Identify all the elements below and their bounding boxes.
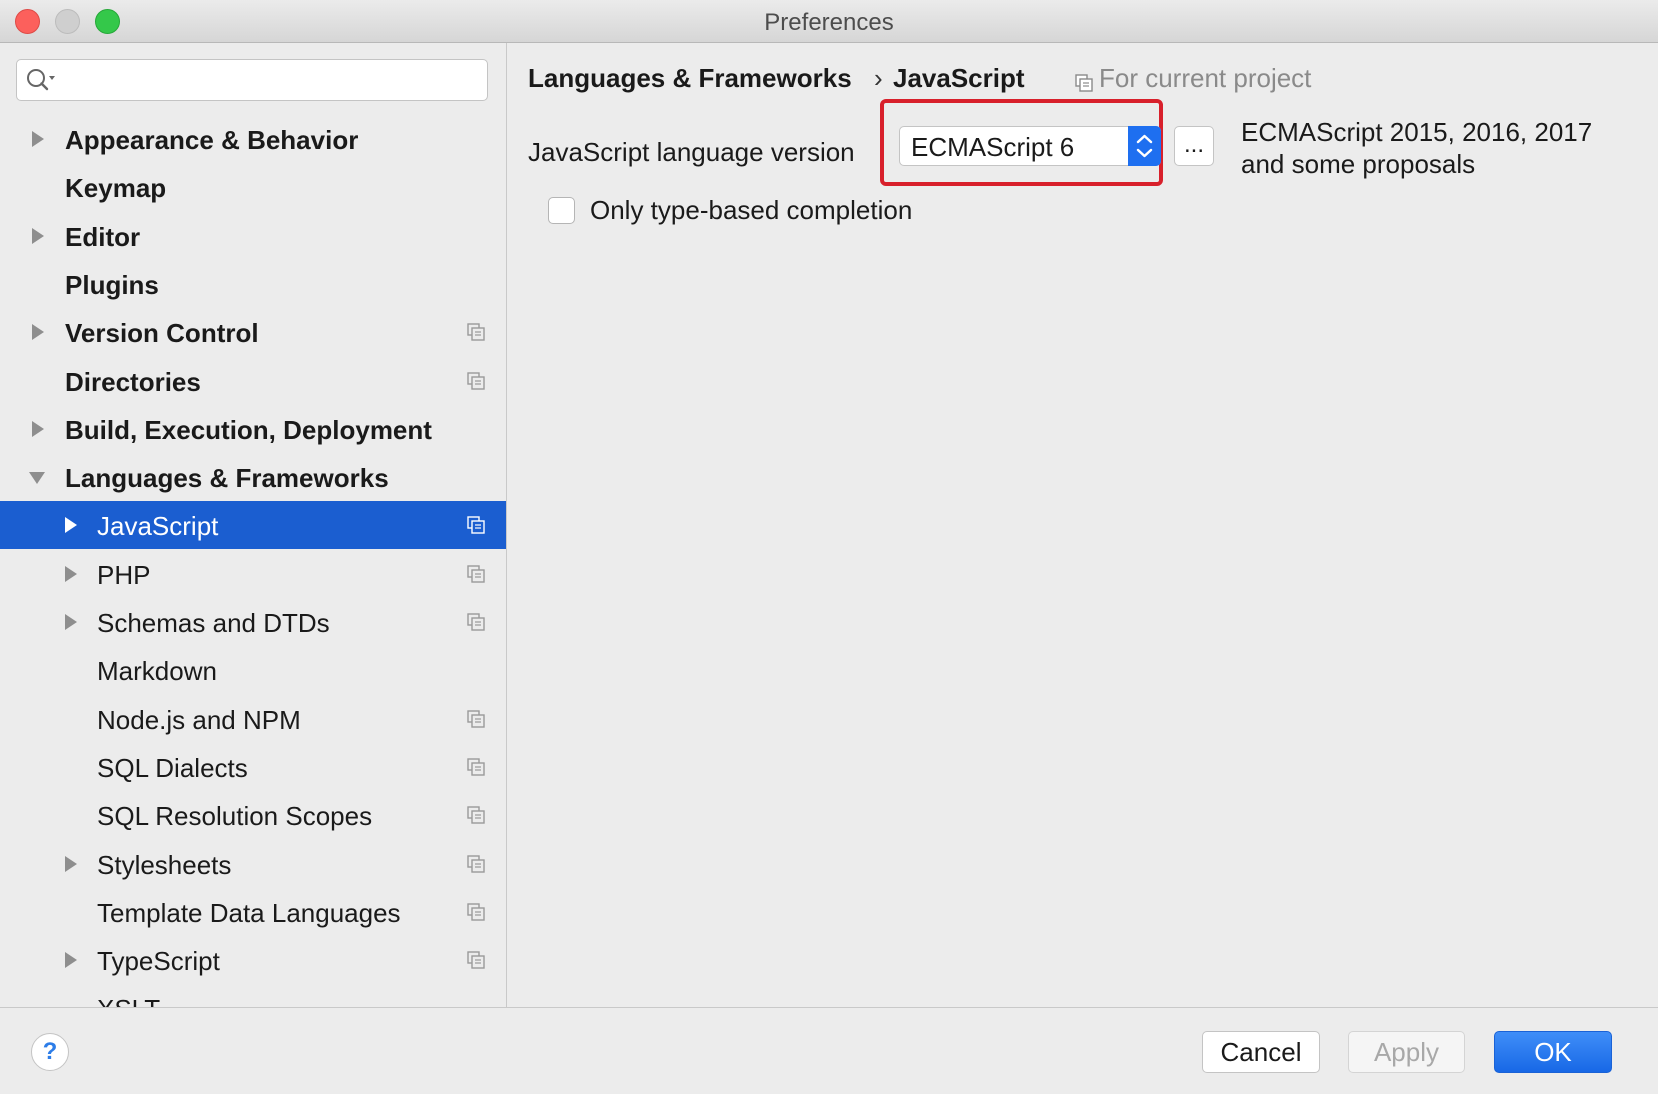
settings-sidebar: Appearance & Behavior Keymap Editor Plugins… — [0, 43, 507, 1007]
sidebar-item-typescript[interactable]: TypeScript — [0, 936, 506, 984]
project-scope-icon — [466, 322, 486, 342]
language-version-description: ECMAScript 2015, 2016, 2017 and some pro… — [1241, 116, 1592, 180]
sidebar-item-label: Languages & Frameworks — [65, 463, 389, 493]
triangle-right-icon[interactable] — [58, 852, 82, 876]
settings-content: Languages & Frameworks › JavaScript For … — [507, 43, 1658, 1007]
sidebar-item-markdown[interactable]: Markdown — [0, 646, 506, 694]
sidebar-item-build-execution-deployment[interactable]: Build, Execution, Deployment — [0, 405, 506, 453]
sidebar-item-sql-resolution-scopes[interactable]: SQL Resolution Scopes — [0, 791, 506, 839]
breadcrumb-parent: Languages & Frameworks — [528, 63, 852, 93]
breadcrumb-separator: › — [874, 63, 883, 93]
up-down-chevron-icon[interactable] — [1128, 126, 1161, 166]
sidebar-item-xslt[interactable]: XSLT — [0, 984, 506, 1007]
search-input[interactable] — [65, 66, 479, 96]
type-based-completion-label[interactable]: Only type-based completion — [590, 195, 912, 226]
search-icon — [25, 67, 57, 93]
sidebar-item-label: Appearance & Behavior — [65, 125, 359, 155]
triangle-right-icon[interactable] — [25, 320, 49, 344]
breadcrumb-current: JavaScript — [893, 63, 1025, 93]
sidebar-item-label: Schemas and DTDs — [97, 608, 330, 638]
project-scope-icon — [466, 515, 486, 535]
language-version-more-button[interactable]: ... — [1174, 126, 1214, 166]
triangle-right-icon[interactable] — [25, 127, 49, 151]
sidebar-item-keymap[interactable]: Keymap — [0, 163, 506, 211]
type-based-completion-checkbox[interactable] — [548, 197, 575, 224]
dialog-footer: ? Cancel Apply OK — [0, 1007, 1658, 1094]
language-version-value: ECMAScript 6 — [911, 132, 1075, 162]
triangle-right-icon[interactable] — [58, 948, 82, 972]
language-version-label: JavaScript language version — [528, 137, 855, 167]
sidebar-item-node-js-and-npm[interactable]: Node.js and NPM — [0, 695, 506, 743]
sidebar-item-version-control[interactable]: Version Control — [0, 308, 506, 356]
search-field-container[interactable] — [16, 59, 488, 101]
sidebar-item-stylesheets[interactable]: Stylesheets — [0, 840, 506, 888]
project-scope-icon — [466, 950, 486, 970]
sidebar-item-label: Stylesheets — [97, 850, 232, 880]
sidebar-item-editor[interactable]: Editor — [0, 212, 506, 260]
sidebar-item-label: SQL Resolution Scopes — [97, 801, 373, 831]
triangle-right-icon[interactable] — [58, 610, 82, 634]
sidebar-item-label: Keymap — [65, 173, 167, 203]
sidebar-item-label: Version Control — [65, 318, 259, 348]
ok-button[interactable]: OK — [1494, 1031, 1612, 1073]
sidebar-item-label: Editor — [65, 222, 141, 252]
sidebar-item-label: XSLT — [97, 994, 160, 1007]
cancel-button[interactable]: Cancel — [1202, 1031, 1320, 1073]
project-scope-icon — [466, 902, 486, 922]
project-scope-icon — [466, 805, 486, 825]
project-scope-icon — [1074, 69, 1094, 92]
sidebar-item-label: PHP — [97, 560, 151, 590]
sidebar-item-label: Markdown — [97, 656, 217, 686]
project-scope-icon — [466, 564, 486, 584]
project-scope-icon — [466, 612, 486, 632]
sidebar-item-label: Directories — [65, 367, 201, 397]
description-line-2: and some proposals — [1241, 149, 1476, 179]
description-line-1: ECMAScript 2015, 2016, 2017 — [1241, 117, 1593, 147]
apply-button[interactable]: Apply — [1348, 1031, 1465, 1073]
sidebar-item-appearance-behavior[interactable]: Appearance & Behavior — [0, 115, 506, 163]
project-scope-icon — [466, 757, 486, 777]
sidebar-item-label: TypeScript — [97, 946, 220, 976]
scope-label: For current project — [1099, 63, 1312, 93]
project-scope-icon — [466, 854, 486, 874]
sidebar-item-directories[interactable]: Directories — [0, 357, 506, 405]
sidebar-item-label: Node.js and NPM — [97, 705, 301, 735]
sidebar-item-label: Build, Execution, Deployment — [65, 415, 432, 445]
triangle-right-icon[interactable] — [58, 562, 82, 586]
window-title: Preferences — [764, 9, 894, 36]
sidebar-item-plugins[interactable]: Plugins — [0, 260, 506, 308]
title-bar: Preferences — [0, 0, 1658, 43]
sidebar-item-sql-dialects[interactable]: SQL Dialects — [0, 743, 506, 791]
sidebar-item-php[interactable]: PHP — [0, 550, 506, 598]
triangle-right-icon[interactable] — [25, 224, 49, 248]
help-button[interactable]: ? — [31, 1033, 69, 1071]
sidebar-item-label: SQL Dialects — [97, 753, 248, 783]
project-scope-icon — [466, 371, 486, 391]
sidebar-item-schemas-and-dtds[interactable]: Schemas and DTDs — [0, 598, 506, 646]
triangle-down-icon[interactable] — [25, 465, 49, 489]
sidebar-item-label: JavaScript — [97, 511, 219, 541]
triangle-right-icon[interactable] — [25, 417, 49, 441]
sidebar-item-label: Plugins — [65, 270, 159, 300]
language-version-select[interactable]: ECMAScript 6 — [899, 126, 1161, 166]
sidebar-item-javascript[interactable]: JavaScript — [0, 501, 506, 549]
sidebar-item-template-data-languages[interactable]: Template Data Languages — [0, 888, 506, 936]
triangle-right-icon[interactable] — [58, 513, 82, 537]
project-scope-icon — [466, 709, 486, 729]
sidebar-item-languages-frameworks[interactable]: Languages & Frameworks — [0, 453, 506, 501]
sidebar-item-label: Template Data Languages — [97, 898, 401, 928]
